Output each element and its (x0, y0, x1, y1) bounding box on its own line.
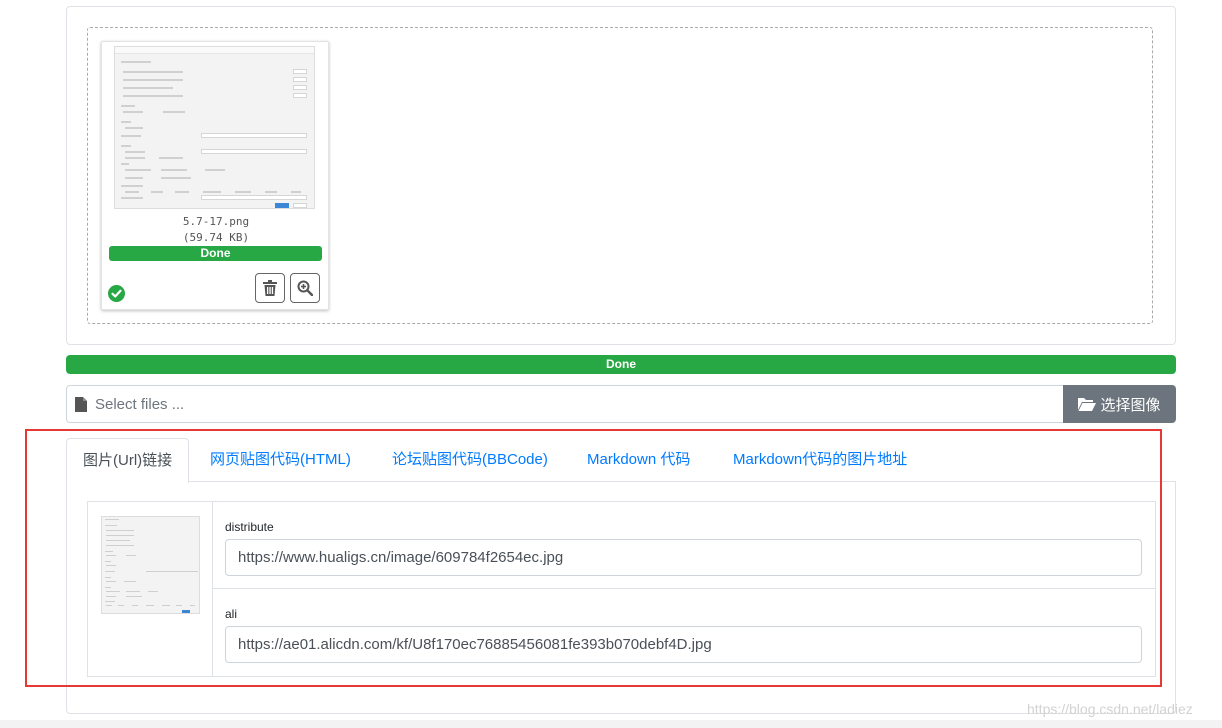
file-preview-card: 5.7-17.png (59.74 KB) Done (101, 41, 329, 310)
browse-button-label: 选择图像 (1100, 396, 1161, 414)
link-table: distribute https://www.hualigs.cn/image/… (87, 501, 1156, 677)
tab-markdown-image-url[interactable]: Markdown代码的图片地址 (733, 438, 907, 482)
link-format-tabs: 图片(Url)链接 网页贴图代码(HTML) 论坛贴图代码(BBCode) Ma… (66, 438, 1176, 483)
link-row-distribute: distribute https://www.hualigs.cn/image/… (213, 502, 1155, 589)
file-thumbnail[interactable] (114, 46, 315, 209)
tab-url-link[interactable]: 图片(Url)链接 (66, 438, 190, 483)
trash-icon (263, 280, 277, 296)
tab-bbcode[interactable]: 论坛贴图代码(BBCode) (392, 438, 548, 482)
tab-html-code[interactable]: 网页贴图代码(HTML) (210, 438, 351, 482)
image-preview-cell (88, 502, 213, 676)
tab-markdown-code[interactable]: Markdown 代码 (587, 438, 690, 482)
link-label: distribute (225, 520, 274, 534)
url-field-distribute[interactable]: https://www.hualigs.cn/image/609784f2654… (225, 539, 1142, 576)
file-icon (75, 396, 87, 412)
tab-url-link-panel: distribute https://www.hualigs.cn/image/… (66, 481, 1176, 714)
file-size: (59.74 KB) (182, 231, 250, 244)
file-name: 5.7-17.png (182, 215, 250, 228)
delete-file-button[interactable] (255, 273, 285, 303)
check-circle-icon (108, 285, 125, 302)
image-thumbnail (101, 516, 200, 614)
page-bottom-bar (0, 720, 1222, 728)
file-input-placeholder: Select files ... (95, 395, 185, 413)
watermark: https://blog.csdn.net/ladiez (1027, 701, 1193, 717)
upload-panel: 5.7-17.png (59.74 KB) Done (66, 6, 1176, 345)
folder-open-icon (1078, 398, 1097, 411)
link-label: ali (225, 607, 238, 621)
total-upload-progress: Done (66, 355, 1176, 374)
file-drop-zone[interactable]: 5.7-17.png (59.74 KB) Done (87, 27, 1153, 324)
file-upload-progress: Done (109, 246, 322, 261)
browse-image-button[interactable]: 选择图像 (1063, 385, 1176, 423)
zoom-in-icon (297, 280, 313, 296)
url-field-ali[interactable]: https://ae01.alicdn.com/kf/U8f170ec76885… (225, 626, 1142, 663)
zoom-file-button[interactable] (290, 273, 320, 303)
link-row-ali: ali https://ae01.alicdn.com/kf/U8f170ec7… (213, 589, 1155, 676)
file-caption-field[interactable]: Select files ... (66, 385, 1064, 423)
